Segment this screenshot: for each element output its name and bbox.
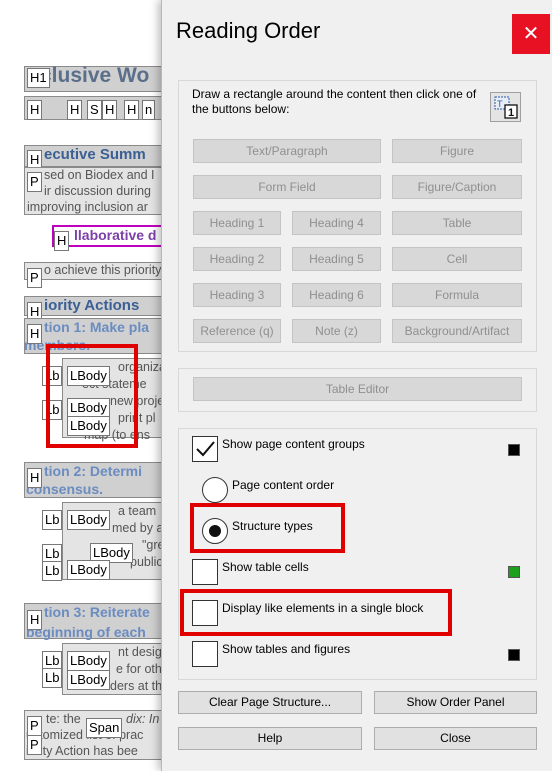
tag-lb[interactable]: Lb (42, 510, 63, 530)
tag-h[interactable]: H (54, 231, 70, 251)
draw-rectangle-tool-icon[interactable]: T 1 (490, 92, 521, 122)
collab-heading: llaborative d (74, 227, 157, 243)
body-line: o achieve this priority, (44, 263, 164, 277)
body-line: improving inclusion ar (27, 200, 148, 214)
tag-lbody[interactable]: LBody (67, 510, 110, 530)
table-editor-button[interactable]: Table Editor (193, 377, 522, 401)
action1-heading: tion 1: Make pla (44, 319, 150, 335)
tag-h[interactable]: H (67, 100, 83, 120)
figure-button[interactable]: Figure (392, 139, 522, 163)
tag-h[interactable]: H (27, 610, 43, 630)
heading-1-button[interactable]: Heading 1 (193, 211, 281, 235)
heading-4-button[interactable]: Heading 4 (292, 211, 381, 235)
document-page: clusive Wo H1 H H S H H n ecutive Summ H… (0, 0, 170, 771)
tag-p[interactable]: P (27, 268, 42, 288)
priority-actions-heading: iority Actions (44, 297, 140, 314)
close-icon[interactable]: ✕ (512, 14, 550, 54)
body-line: iority Action has bee (26, 744, 138, 758)
body-line: te: the (46, 712, 81, 726)
show-tables-and-figures-checkbox[interactable] (192, 641, 218, 667)
show-order-panel-button[interactable]: Show Order Panel (374, 691, 537, 714)
highlight-box (180, 589, 452, 636)
tag-span[interactable]: Span (86, 718, 123, 738)
close-button[interactable]: Close (374, 727, 537, 750)
reference-button[interactable]: Reference (q) (193, 319, 281, 343)
action3-heading: tion 3: Reiterate (44, 604, 150, 620)
table-button[interactable]: Table (392, 211, 522, 235)
show-page-content-groups-label: Show page content groups (222, 437, 365, 451)
tables-figures-color-swatch[interactable] (508, 649, 520, 661)
tag-n[interactable]: n (142, 100, 156, 120)
tag-h[interactable]: H (102, 100, 118, 120)
tag-p[interactable]: P (27, 172, 42, 192)
page-content-order-radio[interactable] (202, 477, 228, 503)
cell-button[interactable]: Cell (392, 247, 522, 271)
highlight-box (46, 344, 138, 448)
text-paragraph-button[interactable]: Text/Paragraph (193, 139, 381, 163)
svg-text:1: 1 (508, 107, 514, 119)
show-tables-and-figures-label: Show tables and figures (222, 642, 351, 656)
tag-lbody[interactable]: LBody (67, 670, 110, 690)
heading-2-button[interactable]: Heading 2 (193, 247, 281, 271)
tag-p[interactable]: P (27, 716, 42, 736)
body-line: e for oth (116, 662, 162, 676)
body-line: sed on Biodex and I (44, 168, 155, 182)
action3-heading-cont: beginning of each (26, 624, 146, 640)
checkmark-icon (196, 441, 215, 457)
body-line: nt desig (118, 645, 162, 659)
tag-h[interactable]: H (27, 468, 43, 488)
show-table-cells-checkbox[interactable] (192, 559, 218, 585)
svg-text:T: T (497, 99, 503, 109)
body-line: dix: In (126, 712, 160, 726)
page-content-order-label: Page content order (232, 478, 335, 492)
heading-3-button[interactable]: Heading 3 (193, 283, 281, 307)
body-line: med by a (112, 521, 164, 535)
body-line: a team (118, 504, 157, 518)
tag-lb[interactable]: Lb (42, 561, 63, 581)
help-button[interactable]: Help (178, 727, 362, 750)
form-field-button[interactable]: Form Field (193, 175, 381, 199)
show-table-cells-label: Show table cells (222, 560, 309, 574)
tag-h[interactable]: H (27, 100, 43, 120)
formula-button[interactable]: Formula (392, 283, 522, 307)
tag-h[interactable]: H (124, 100, 140, 120)
highlight-box (190, 503, 345, 553)
tag-lb[interactable]: Lb (42, 668, 63, 688)
body-line: ustomized list of prac (26, 728, 144, 742)
content-groups-color-swatch[interactable] (508, 444, 520, 456)
clear-page-structure-button[interactable]: Clear Page Structure... (178, 691, 362, 714)
tag-h[interactable]: H (27, 324, 43, 344)
heading-6-button[interactable]: Heading 6 (292, 283, 381, 307)
body-line: public (130, 555, 163, 569)
body-line: ir discussion during (44, 184, 151, 198)
reading-order-dialog: Reading Order ✕ Draw a rectangle around … (161, 0, 552, 771)
tag-h1[interactable]: H1 (27, 68, 50, 88)
tag-p[interactable]: P (27, 735, 42, 755)
heading-5-button[interactable]: Heading 5 (292, 247, 381, 271)
show-page-content-groups-checkbox[interactable] (192, 436, 218, 462)
tag-s[interactable]: S (87, 100, 102, 120)
tag-lbody[interactable]: LBody (67, 651, 110, 671)
exec-summary-heading: ecutive Summ (44, 146, 146, 163)
dialog-title: Reading Order (176, 18, 321, 43)
tag-lbody[interactable]: LBody (67, 560, 110, 580)
background-artifact-button[interactable]: Background/Artifact (392, 319, 522, 343)
note-button[interactable]: Note (z) (292, 319, 381, 343)
figure-caption-button[interactable]: Figure/Caption (392, 175, 522, 199)
action2-heading: tion 2: Determi (44, 463, 143, 479)
table-cells-color-swatch[interactable] (508, 566, 520, 578)
instructions-text: Draw a rectangle around the content then… (192, 87, 477, 116)
doc-title: clusive Wo (40, 64, 150, 87)
